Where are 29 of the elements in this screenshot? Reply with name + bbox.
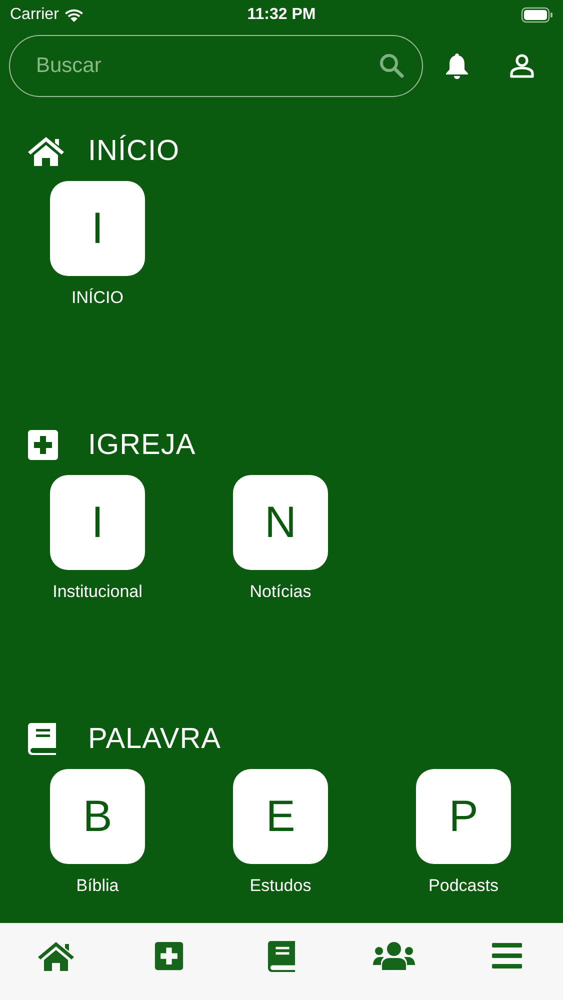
shortcut-label: INÍCIO (72, 288, 124, 308)
user-icon[interactable] (509, 53, 535, 79)
battery-icon (521, 7, 553, 23)
bell-icon[interactable] (444, 52, 470, 80)
wifi-icon (64, 8, 84, 22)
shortcut-tile[interactable]: I (50, 475, 145, 570)
home-icon (27, 135, 65, 167)
home-icon (37, 940, 76, 972)
book-icon (266, 940, 296, 972)
shortcut-tile[interactable]: N (233, 475, 328, 570)
shortcut-label: Podcasts (428, 876, 498, 896)
shortcut-label: Bíblia (76, 876, 119, 896)
shortcut-tile[interactable]: P (416, 769, 511, 864)
shortcut-tile[interactable]: B (50, 769, 145, 864)
search-field[interactable]: Buscar (9, 35, 423, 97)
section-title: INÍCIO (88, 134, 180, 168)
shortcut-tile[interactable]: I (50, 181, 145, 276)
shortcut-label: Institucional (52, 582, 142, 602)
book-icon (27, 722, 57, 756)
section-title: PALAVRA (88, 722, 221, 756)
menu-icon (490, 942, 523, 970)
section-title: IGREJA (88, 428, 196, 462)
shortcut-label: Notícias (250, 582, 312, 602)
shortcut-label: Estudos (250, 876, 312, 896)
people-icon (372, 941, 416, 971)
shortcut-tile[interactable]: E (233, 769, 328, 864)
clock-time: 11:32 PM (247, 6, 316, 24)
carrier-name: Carrier (10, 6, 59, 24)
search-icon[interactable] (379, 53, 405, 79)
